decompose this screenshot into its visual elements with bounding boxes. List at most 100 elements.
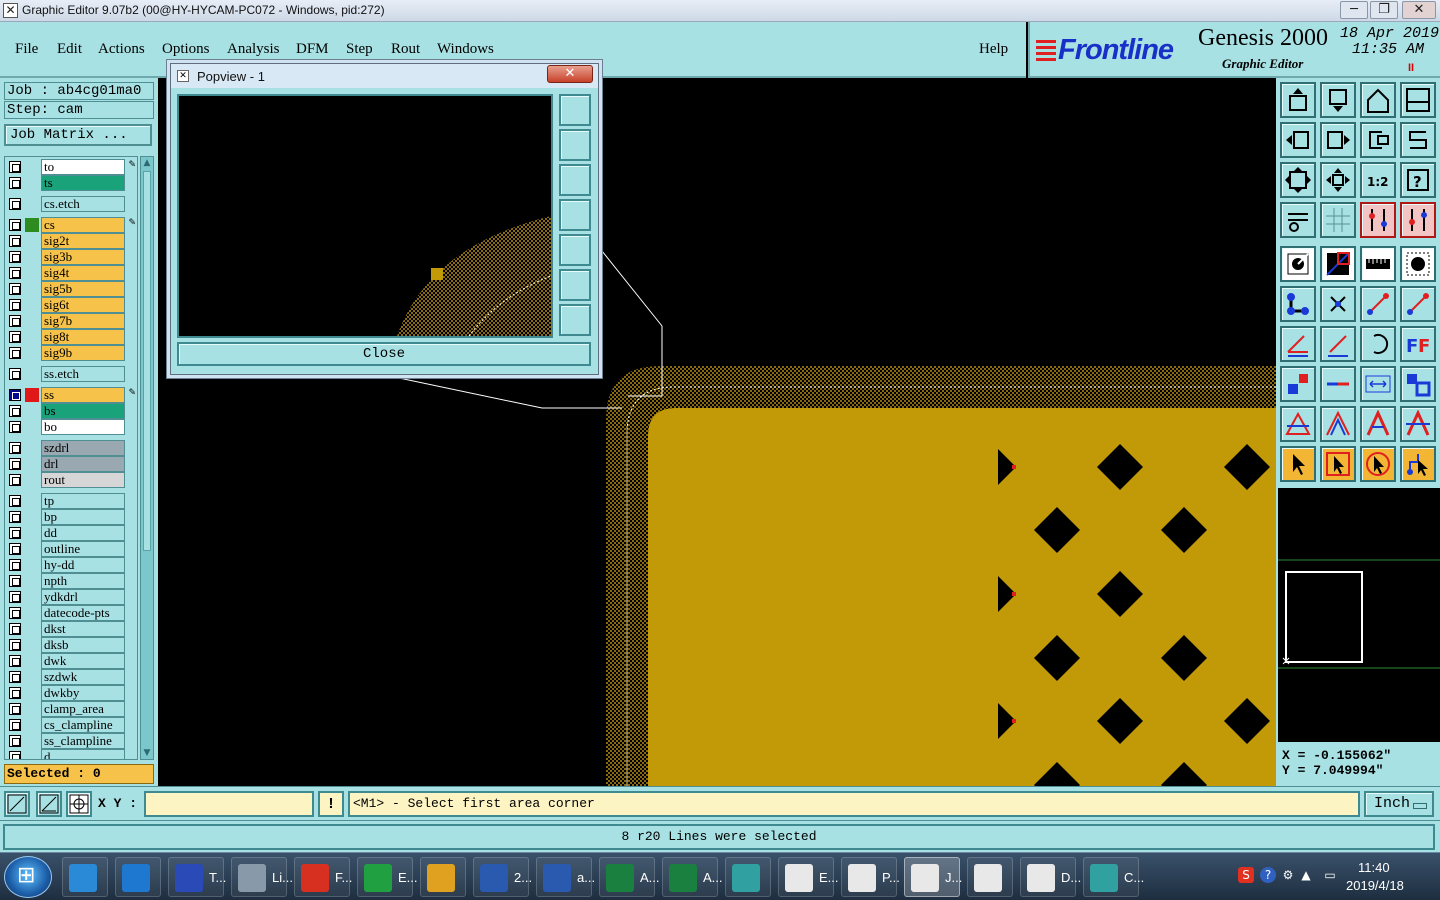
zoom-home-tool-button[interactable] [1280,162,1316,198]
layer-row[interactable]: szdwk [5,669,137,685]
layer-name[interactable]: ss.etch [41,366,125,382]
scroll-up-icon[interactable]: ▲ [142,158,152,168]
layer-name[interactable]: dwk [41,653,125,669]
layer-list-scrollbar[interactable]: ▲ ▼ [140,156,154,760]
layer-name[interactable]: sig8t [41,329,125,345]
layer-name[interactable]: to [41,159,125,175]
layer-row[interactable]: bp [5,509,137,525]
menu-options[interactable]: Options [162,41,210,58]
layer-row[interactable]: ss ✎ [5,387,137,403]
layer-checkbox[interactable] [9,267,21,279]
layer-checkbox[interactable] [9,299,21,311]
layer-row[interactable]: d [5,749,137,759]
layer-checkbox[interactable] [9,751,21,759]
layer-display-tool-button[interactable] [1360,202,1396,238]
pause-indicator[interactable]: II [1408,62,1414,74]
popview-pan-left-button[interactable] [559,199,591,231]
taskbar-button[interactable] [62,857,108,897]
unit-select[interactable]: Inch [1364,791,1434,817]
layer-row[interactable]: dkst [5,621,137,637]
popview-pan-up-button[interactable] [559,129,591,161]
snap-angle-tool-button[interactable] [1320,246,1356,282]
popview-pan-down-button[interactable] [559,164,591,196]
overview-map[interactable] [1276,488,1440,742]
clock-date[interactable]: 2019/4/18 [1346,878,1404,893]
popview-zoom-window-button[interactable] [559,94,591,126]
minimize-button[interactable]: ─ [1340,1,1368,19]
layer-row[interactable]: outline [5,541,137,557]
taskbar-button[interactable]: F... [294,857,352,897]
layer-row[interactable]: ts [5,175,137,191]
layer-checkbox[interactable] [9,575,21,587]
layer-checkbox[interactable] [9,219,21,231]
layer-checkbox[interactable] [9,543,21,555]
layer-name[interactable]: ss [41,387,125,403]
select-net-tool-button[interactable] [1400,446,1436,482]
network-icon[interactable]: ▭ [1322,867,1338,883]
layer-name[interactable]: ss_clampline [41,733,125,749]
layer-name[interactable]: sig7b [41,313,125,329]
pad-snap-tool-button[interactable] [1400,246,1436,282]
layer-name[interactable]: d [41,749,125,759]
taskbar-button[interactable] [115,857,161,897]
layer-row[interactable]: ss_clampline [5,733,137,749]
layer-name[interactable]: dd [41,525,125,541]
layer-row[interactable]: drl [5,456,137,472]
menu-file[interactable]: File [15,41,38,58]
layer-row[interactable]: datecode-pts [5,605,137,621]
layer-checkbox[interactable] [9,703,21,715]
layer-checkbox[interactable] [9,161,21,173]
shape-tool-button[interactable] [1400,366,1436,402]
start-button[interactable] [4,856,52,898]
angle-mode-button[interactable] [36,791,62,817]
layer-name[interactable]: hy-dd [41,557,125,573]
taskbar-button[interactable] [420,857,466,897]
feature-display-tool-button[interactable] [1400,202,1436,238]
measure-tool-button[interactable] [1360,246,1396,282]
arrow-a-tool-button[interactable] [1360,406,1396,442]
layer-row[interactable]: cs_clampline [5,717,137,733]
tray-settings-icon[interactable]: ⚙ [1280,867,1296,883]
taskbar-button[interactable]: a... [536,857,595,897]
restore-button[interactable]: ❐ [1370,1,1398,19]
layer-checkbox[interactable] [9,283,21,295]
arc-tool-button[interactable] [1360,326,1396,362]
layer-checkbox[interactable] [9,331,21,343]
layer-name[interactable]: ts [41,175,125,191]
layer-checkbox[interactable] [9,559,21,571]
zoom-1-2-tool-button[interactable]: 1:2 [1360,162,1396,198]
layer-name[interactable]: bo [41,419,125,435]
layer-name[interactable]: bp [41,509,125,525]
layer-row[interactable]: ydkdrl [5,589,137,605]
close-window-button[interactable]: ✕ [1402,1,1436,19]
menu-step[interactable]: Step [346,41,373,58]
layer-row[interactable]: sig5b [5,281,137,297]
intersect-tool-button[interactable] [1320,286,1356,322]
layer-checkbox[interactable] [9,639,21,651]
popview-close-button[interactable]: Close [177,342,591,366]
layer-checkbox[interactable] [9,527,21,539]
taskbar-button[interactable]: T... [168,857,226,897]
angle-tool-button[interactable] [1280,326,1316,362]
grid-mode-button[interactable] [66,791,92,817]
layer-name[interactable]: rout [41,472,125,488]
layer-checkbox[interactable] [9,347,21,359]
layer-row[interactable]: dd [5,525,137,541]
layer-checkbox[interactable] [9,591,21,603]
layer-checkbox[interactable] [9,687,21,699]
layer-name[interactable]: clamp_area [41,701,125,717]
layer-row[interactable]: bs [5,403,137,419]
xy-input[interactable] [144,791,314,817]
layer-name[interactable]: npth [41,573,125,589]
layer-name[interactable]: sig3b [41,249,125,265]
layer-row[interactable]: sig9b [5,345,137,361]
popview-zoom-in-button[interactable] [559,269,591,301]
taskbar-button[interactable]: P... [841,857,900,897]
popview-close-x-button[interactable]: ✕ [547,65,593,83]
layer-row[interactable]: clamp_area [5,701,137,717]
layer-row[interactable]: sig4t [5,265,137,281]
layer-row[interactable]: szdrl [5,440,137,456]
menu-actions[interactable]: Actions [98,41,145,58]
triangle-tool-button[interactable] [1280,406,1316,442]
menu-dfm[interactable]: DFM [296,41,329,58]
